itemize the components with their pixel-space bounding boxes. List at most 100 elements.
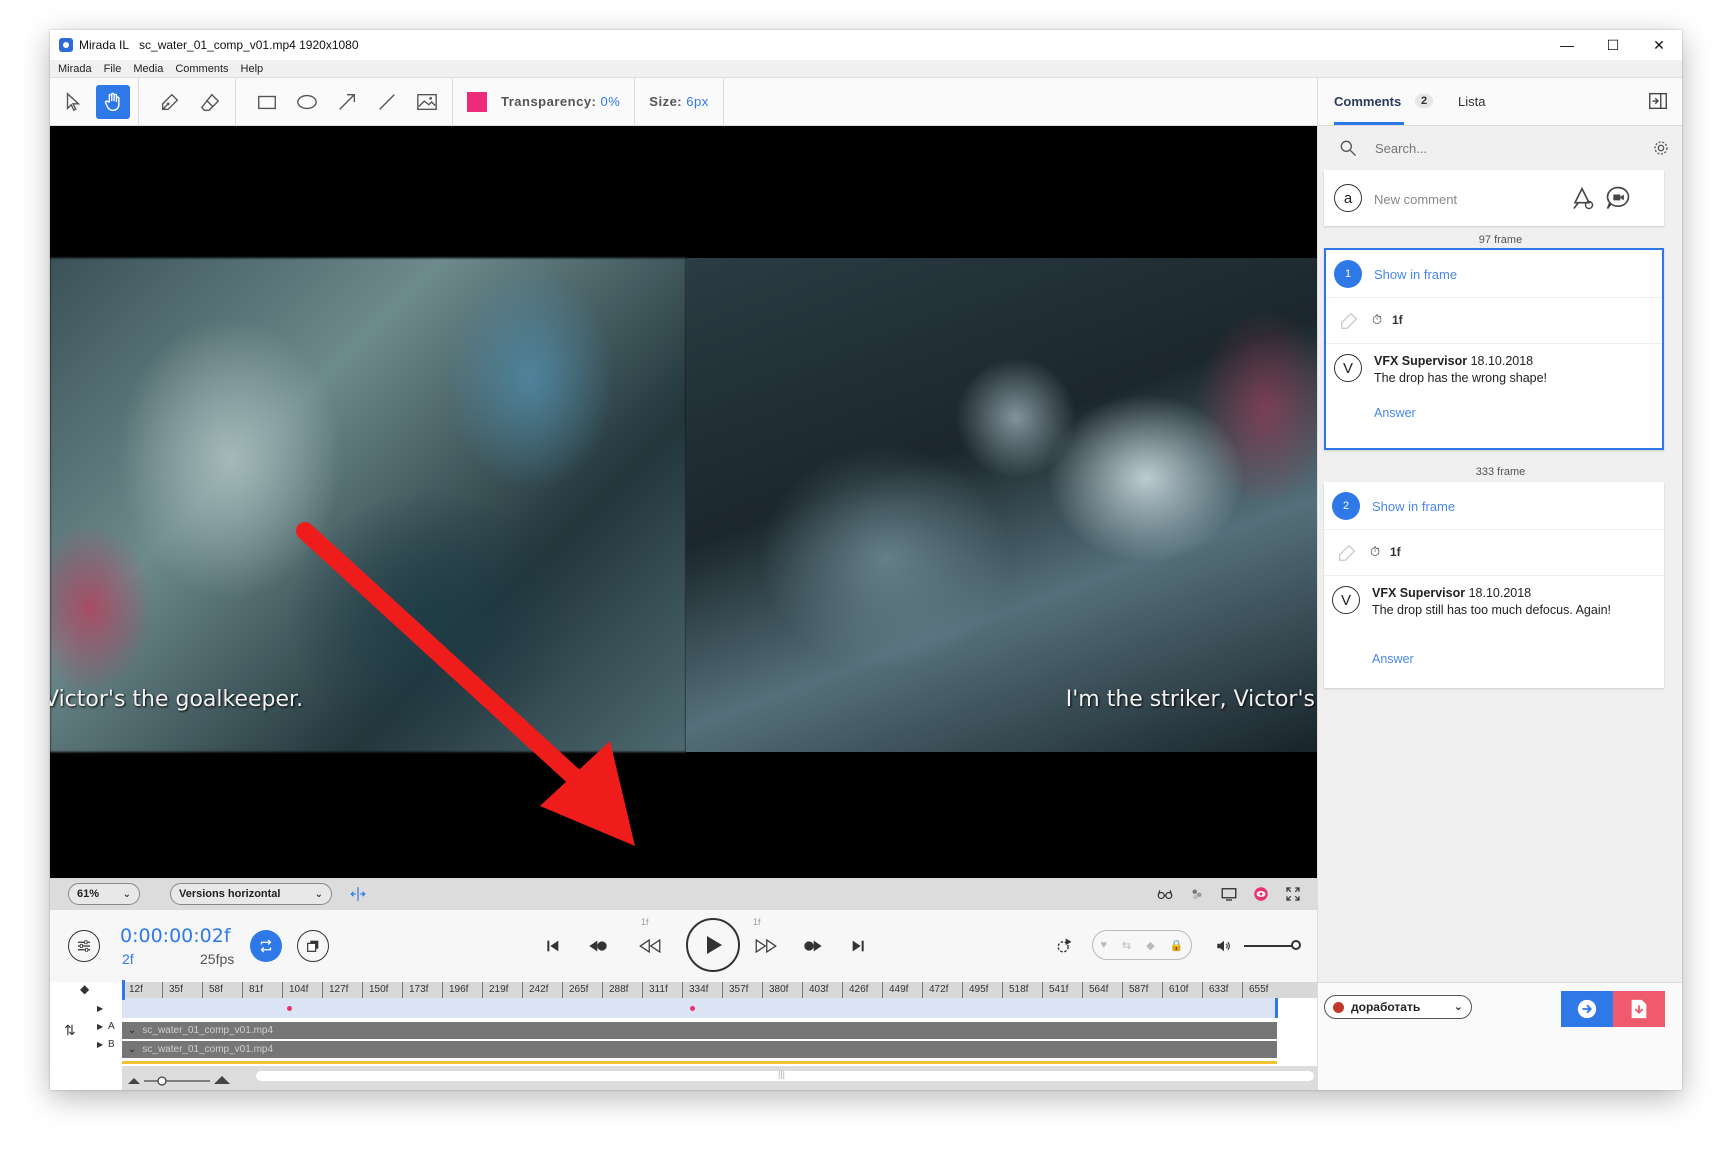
comment-marker-1[interactable] xyxy=(287,1006,292,1011)
duplicate-button[interactable] xyxy=(297,930,329,962)
answer-link[interactable]: Answer xyxy=(1372,652,1414,666)
visibility-button[interactable] xyxy=(1245,878,1277,910)
out-point-marker[interactable] xyxy=(1275,998,1278,1018)
timeline-tick: 518f xyxy=(1002,982,1042,998)
show-in-frame-link[interactable]: Show in frame xyxy=(1374,267,1457,282)
zoom-dropdown[interactable]: 61% ⌄ xyxy=(68,883,140,905)
timeline-tick: 655f xyxy=(1242,982,1282,998)
minimize-button[interactable]: — xyxy=(1544,30,1590,60)
new-comment-box[interactable]: a New comment xyxy=(1324,170,1664,226)
arrow-tool[interactable] xyxy=(330,85,364,119)
image-tool[interactable] xyxy=(410,85,444,119)
export-pdf-button[interactable] xyxy=(1613,991,1665,1027)
size-control[interactable]: Size: 6px xyxy=(649,94,708,109)
expand-chevron-icon[interactable]: ▶ xyxy=(97,1040,103,1049)
send-button[interactable] xyxy=(1561,991,1613,1027)
timeline-tick: 334f xyxy=(682,982,722,998)
step-backward-icon xyxy=(639,938,661,954)
rectangle-icon xyxy=(258,95,276,109)
volume-button[interactable] xyxy=(1210,932,1238,960)
comment-card-2[interactable]: 2 Show in frame ⏱ 1f V VFX Supervisor 18… xyxy=(1324,482,1664,688)
timeline-tick: 150f xyxy=(362,982,402,998)
line-tool[interactable] xyxy=(370,85,404,119)
comment-marker-2[interactable] xyxy=(690,1006,695,1011)
transparency-control[interactable]: Transparency: 0% xyxy=(501,94,620,109)
draw-annotation-icon[interactable] xyxy=(1568,184,1596,212)
timeline-tick: 610f xyxy=(1162,982,1202,998)
tab-list[interactable]: Lista xyxy=(1458,94,1485,109)
transparency-label: Transparency: xyxy=(501,94,597,109)
collapse-panel-icon[interactable] xyxy=(1647,90,1669,112)
menu-mirada[interactable]: Mirada xyxy=(58,63,92,75)
color-channels-button[interactable] xyxy=(1181,878,1213,910)
tab-comments[interactable]: Comments xyxy=(1334,94,1401,109)
status-dropdown[interactable]: доработать ⌄ xyxy=(1324,995,1472,1019)
video-comment-icon[interactable] xyxy=(1604,184,1632,212)
pen-tool[interactable] xyxy=(153,85,187,119)
lock-icon[interactable]: 🔒 xyxy=(1170,939,1184,952)
playback-speed-button[interactable] xyxy=(1050,932,1078,960)
monitor-button[interactable] xyxy=(1213,878,1245,910)
search-input[interactable] xyxy=(1375,138,1595,158)
close-button[interactable]: ✕ xyxy=(1636,30,1682,60)
go-to-end-button[interactable] xyxy=(844,932,872,960)
maximize-button[interactable]: ☐ xyxy=(1590,30,1636,60)
layout-dropdown[interactable]: Versions horizontal ⌄ xyxy=(170,883,332,905)
playhead[interactable] xyxy=(122,980,125,1000)
timeline-tick: 633f xyxy=(1202,982,1242,998)
show-in-frame-link[interactable]: Show in frame xyxy=(1372,499,1455,514)
video-viewer[interactable]: Victor's the goalkeeper. I'm the striker… xyxy=(50,126,1317,878)
timeline-tick: 219f xyxy=(482,982,522,998)
step-forward-button[interactable] xyxy=(748,932,784,960)
comment-duration: 1f xyxy=(1392,313,1403,327)
rectangle-tool[interactable] xyxy=(250,85,284,119)
heart-icon[interactable]: ♥ xyxy=(1101,939,1108,951)
next-comment-button[interactable] xyxy=(799,932,827,960)
expand-chevron-icon[interactable]: ▶ xyxy=(97,1004,103,1013)
comment-text: The drop has the wrong shape! xyxy=(1374,371,1548,385)
diamond-icon[interactable]: ◆ xyxy=(1146,939,1154,952)
zoom-slider-icon[interactable] xyxy=(126,1072,236,1086)
loop-button[interactable] xyxy=(250,930,282,962)
track-b[interactable]: ⌄ sc_water_01_comp_v01.mp4 xyxy=(122,1041,1277,1058)
color-picker[interactable] xyxy=(467,91,487,112)
timeline-settings-button[interactable] xyxy=(68,930,100,962)
hand-tool[interactable] xyxy=(96,84,130,119)
timeline-ruler[interactable]: 12f 35f 58f 81f 104f 127f 150f 173f 196f 219f 242f… xyxy=(122,982,1317,998)
split-compare-button[interactable] xyxy=(342,878,374,910)
step-forward-icon xyxy=(755,938,777,954)
stereo-glasses-button[interactable] xyxy=(1149,878,1181,910)
play-button[interactable] xyxy=(686,918,740,972)
play-icon xyxy=(707,936,722,954)
menu-comments[interactable]: Comments xyxy=(175,63,228,75)
menu-file[interactable]: File xyxy=(104,63,122,75)
step-back-button[interactable] xyxy=(632,932,668,960)
timeline-scrollbar[interactable]: ||| xyxy=(256,1069,1314,1081)
swap-tracks-icon[interactable]: ⇅ xyxy=(64,1022,76,1039)
sync-icon[interactable]: ⇆ xyxy=(1122,939,1131,952)
volume-slider-track[interactable] xyxy=(1244,945,1294,947)
ellipse-tool[interactable] xyxy=(290,85,324,119)
expand-chevron-icon[interactable]: ▶ xyxy=(97,1022,103,1031)
eraser-tool[interactable] xyxy=(193,85,227,119)
marker-diamond-icon[interactable]: ◆ xyxy=(80,982,89,996)
window-title: sc_water_01_comp_v01.mp4 1920x1080 xyxy=(139,38,359,52)
viewer-control-bar: 61% ⌄ Versions horizontal ⌄ xyxy=(50,878,1317,910)
track-a[interactable]: ⌄ sc_water_01_comp_v01.mp4 xyxy=(122,1022,1277,1039)
fullscreen-button[interactable] xyxy=(1277,878,1309,910)
search-bar xyxy=(1318,126,1682,170)
gear-icon[interactable] xyxy=(1653,140,1669,156)
answer-link[interactable]: Answer xyxy=(1374,406,1416,420)
comment-marker-track[interactable] xyxy=(122,998,1277,1018)
volume-slider-handle[interactable] xyxy=(1291,940,1301,950)
timecode-display[interactable]: 0:00:00:02f xyxy=(120,925,231,947)
title-bar: Mirada IL sc_water_01_comp_v01.mp4 1920x… xyxy=(50,30,1682,60)
menu-media[interactable]: Media xyxy=(133,63,163,75)
previous-comment-button[interactable] xyxy=(584,932,612,960)
go-to-start-button[interactable] xyxy=(539,932,567,960)
stopwatch-icon: ⏱ xyxy=(1370,544,1381,559)
comment-card-1[interactable]: 1 Show in frame ⏱ 1f V VFX Supervisor 18… xyxy=(1324,248,1664,450)
skip-end-icon xyxy=(852,940,864,952)
menu-help[interactable]: Help xyxy=(241,63,264,75)
select-tool[interactable] xyxy=(56,85,90,119)
